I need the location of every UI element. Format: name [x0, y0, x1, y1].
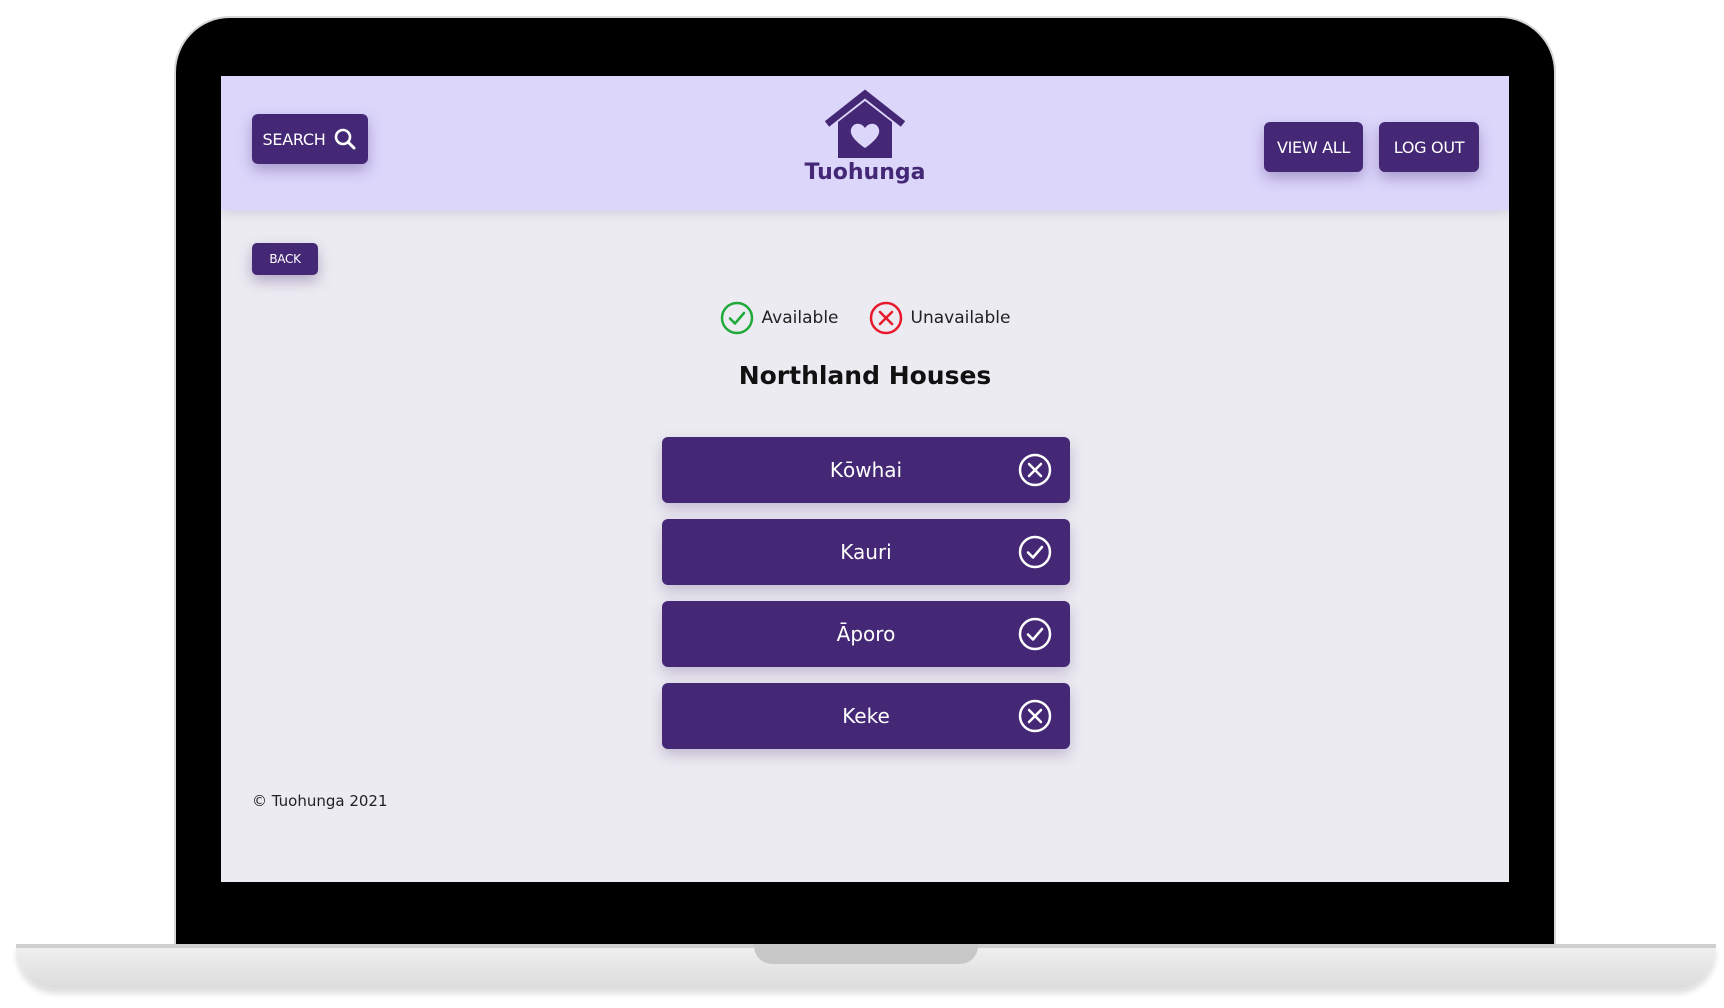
brand-logo[interactable]: Tuohunga: [800, 88, 930, 198]
app-screen: SEARCH Tuohunga VIEW ALL LOG OUT BACK Av…: [221, 76, 1509, 882]
house-item-keke[interactable]: Keke: [662, 683, 1070, 749]
availability-legend: Available Unavailable: [221, 300, 1509, 336]
log-out-button[interactable]: LOG OUT: [1379, 122, 1479, 172]
search-button-label: SEARCH: [262, 129, 326, 149]
x-circle-icon: [1018, 699, 1052, 733]
house-item-kauri[interactable]: Kauri: [662, 519, 1070, 585]
brand-name: Tuohunga: [804, 160, 926, 185]
back-button[interactable]: BACK: [252, 243, 318, 275]
page-title: Northland Houses: [738, 361, 992, 390]
house-heart-icon: [824, 89, 906, 158]
check-circle-icon: [1018, 535, 1052, 569]
x-circle-icon: [869, 301, 902, 335]
legend-unavailable-label: Unavailable: [910, 308, 1011, 328]
house-list: Kōwhai Kauri Āporo Keke: [662, 437, 1070, 765]
check-circle-icon: [720, 301, 753, 335]
laptop-notch: [754, 944, 978, 964]
search-button[interactable]: SEARCH: [252, 114, 368, 164]
house-item-kowhai[interactable]: Kōwhai: [662, 437, 1070, 503]
check-circle-icon: [1018, 617, 1052, 651]
legend-unavailable: Unavailable: [869, 301, 1011, 335]
house-item-aporo[interactable]: Āporo: [662, 601, 1070, 667]
header-bar: SEARCH Tuohunga VIEW ALL LOG OUT: [221, 76, 1509, 210]
x-circle-icon: [1018, 453, 1052, 487]
legend-available-label: Available: [761, 308, 839, 328]
house-name: Āporo: [836, 622, 896, 646]
footer-copyright: © Tuohunga 2021: [252, 792, 388, 810]
legend-available: Available: [720, 301, 839, 335]
house-name: Kōwhai: [829, 458, 903, 482]
house-name: Kauri: [840, 540, 892, 564]
search-icon: [335, 128, 356, 150]
house-name: Keke: [842, 704, 890, 728]
view-all-button[interactable]: VIEW ALL: [1264, 122, 1363, 172]
